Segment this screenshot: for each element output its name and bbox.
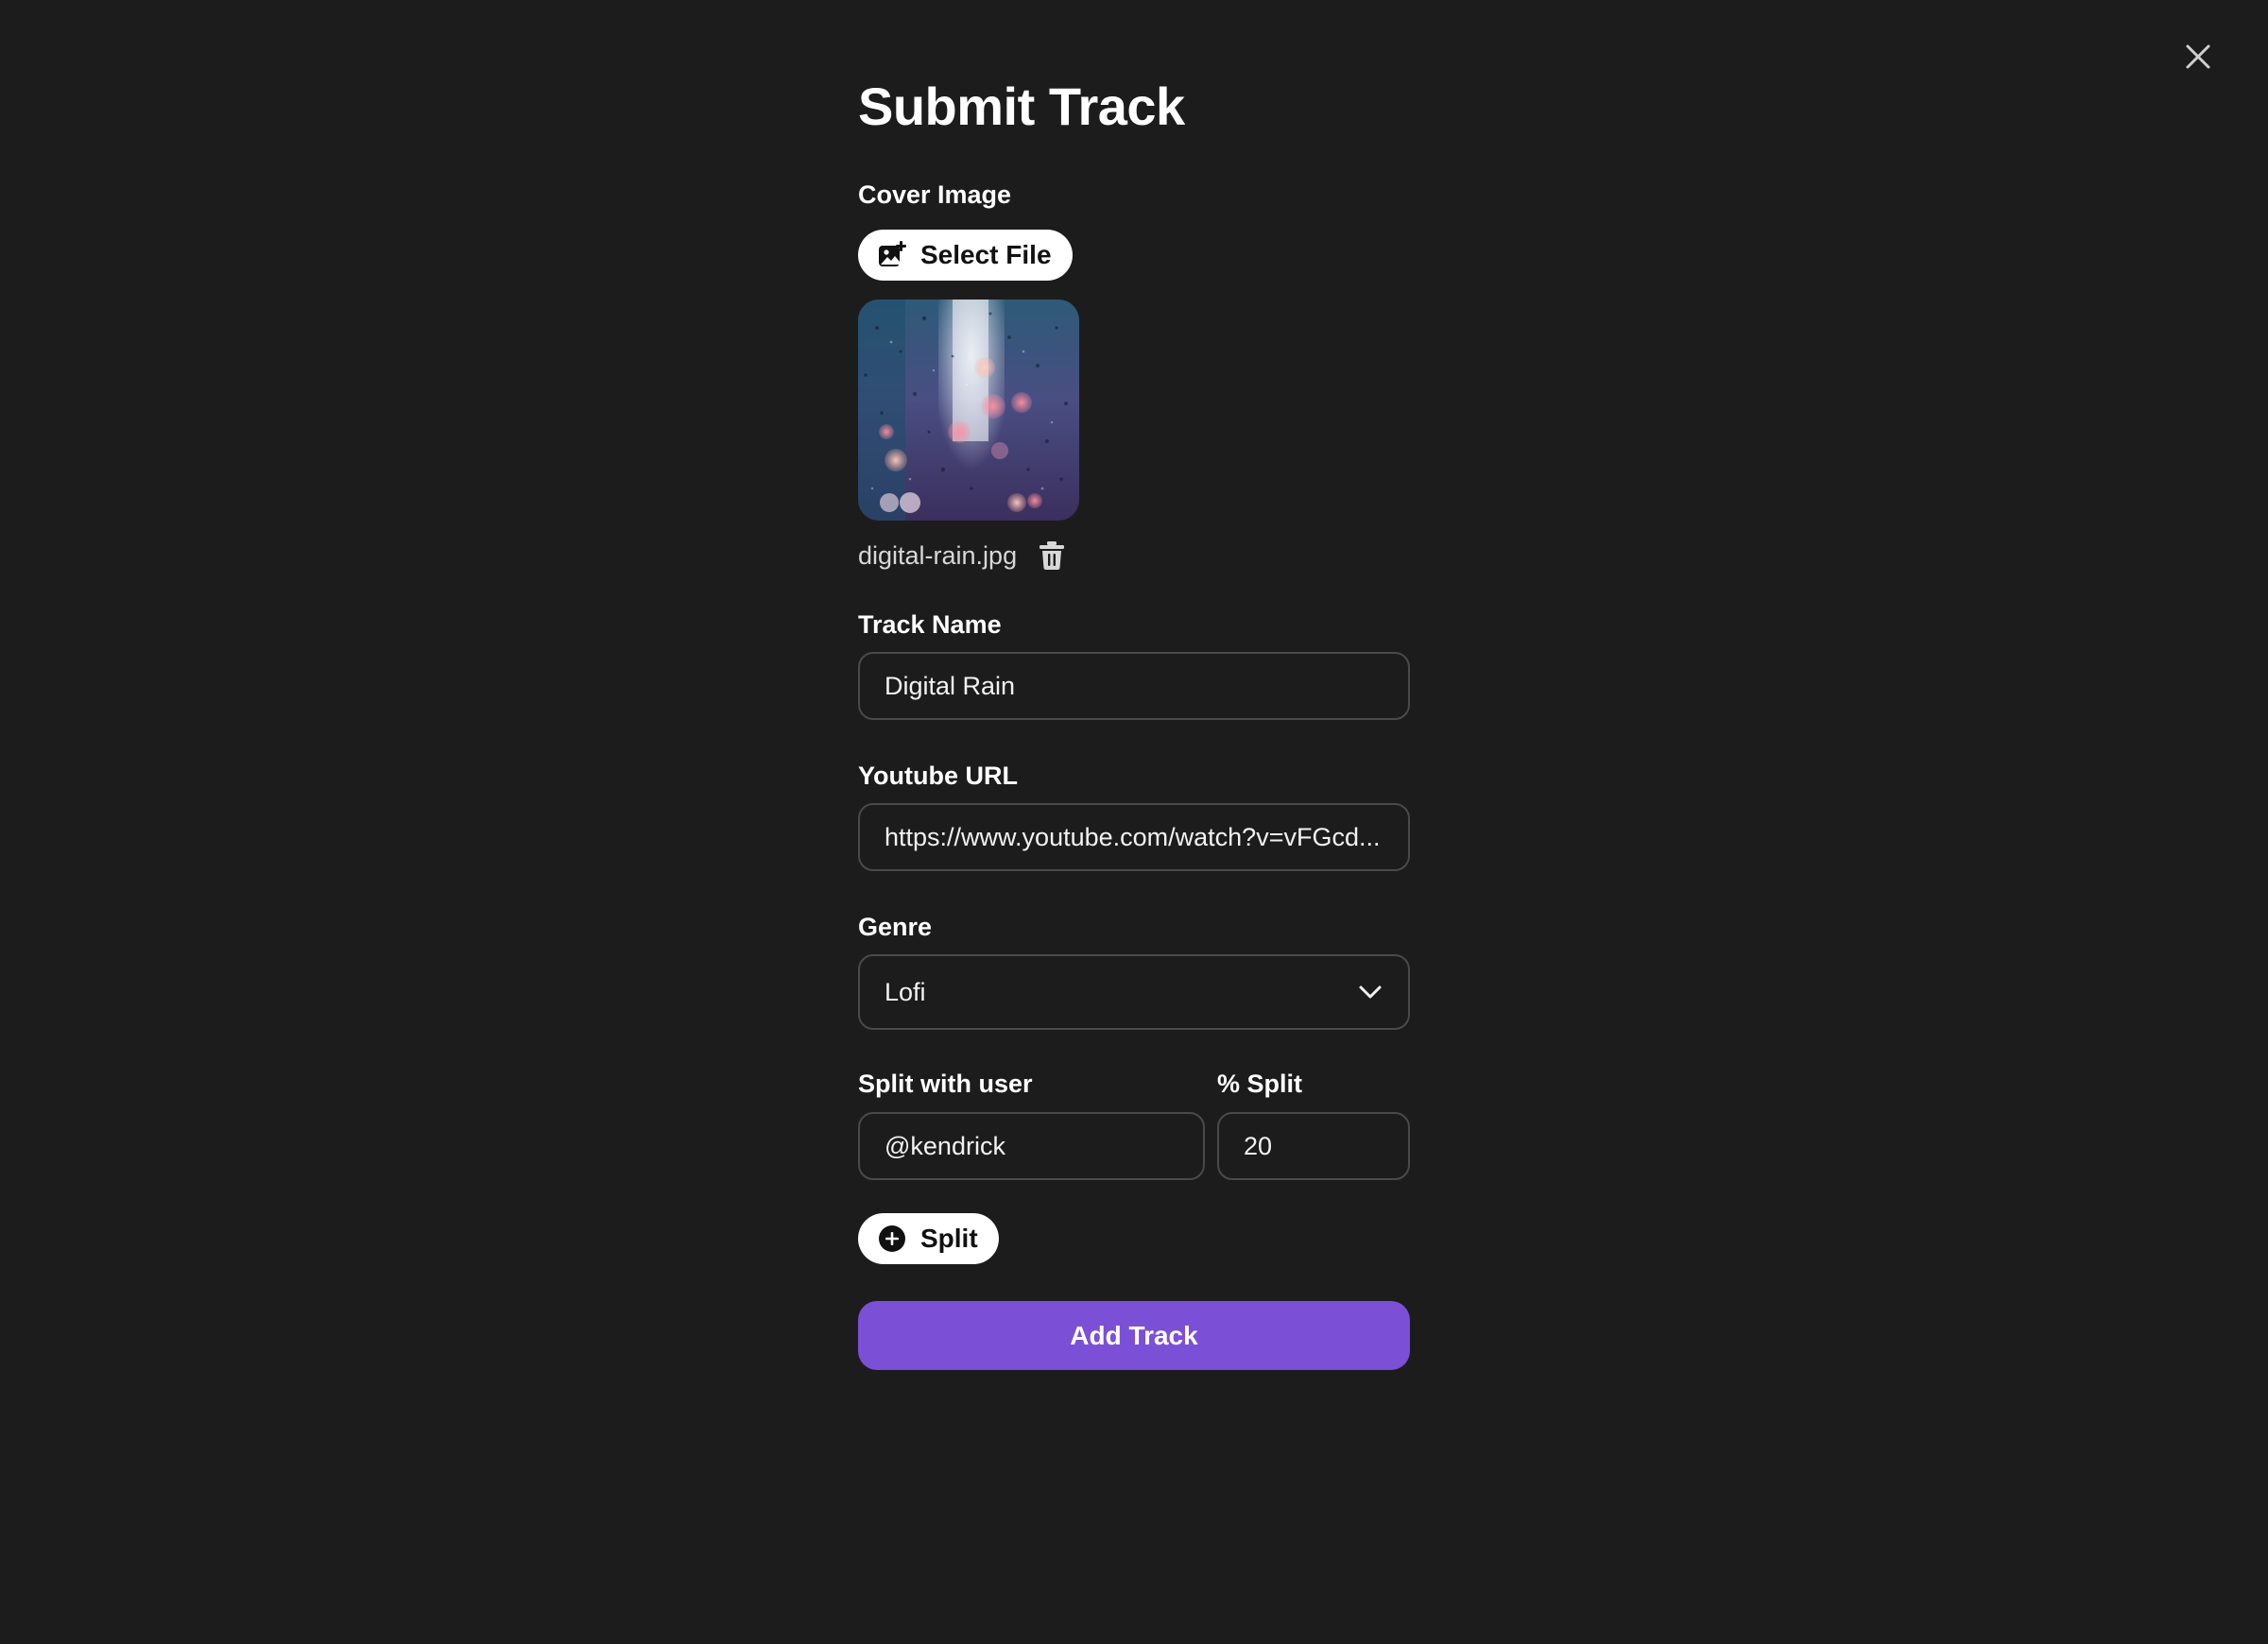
- submit-track-page: Submit Track Cover Image Select File dig…: [0, 0, 2268, 1644]
- split-percent-input[interactable]: [1244, 1131, 1383, 1161]
- trash-icon[interactable]: [1038, 540, 1066, 571]
- youtube-url-input[interactable]: [885, 822, 1383, 852]
- track-name-input[interactable]: [885, 671, 1383, 701]
- split-user-field[interactable]: [858, 1112, 1205, 1180]
- cover-image-preview: [858, 300, 1079, 521]
- split-user-label: Split with user: [858, 1070, 1033, 1098]
- add-split-button[interactable]: Split: [858, 1213, 999, 1264]
- youtube-url-field[interactable]: [858, 803, 1410, 871]
- plus-circle-icon: [877, 1224, 907, 1254]
- youtube-url-label: Youtube URL: [858, 762, 1018, 790]
- select-file-label: Select File: [920, 240, 1052, 269]
- genre-selected-value: Lofi: [885, 977, 926, 1006]
- file-name: digital-rain.jpg: [858, 540, 1018, 570]
- chevron-down-icon: [1357, 979, 1383, 1005]
- add-image-icon: [877, 240, 907, 270]
- cover-image-label: Cover Image: [858, 180, 1012, 209]
- split-user-input[interactable]: [885, 1131, 1178, 1161]
- add-split-label: Split: [920, 1224, 978, 1253]
- split-percent-label: % Split: [1217, 1070, 1303, 1098]
- page-title: Submit Track: [858, 77, 1185, 136]
- track-name-label: Track Name: [858, 610, 1002, 639]
- selected-file-row: digital-rain.jpg: [858, 537, 1066, 574]
- select-file-button[interactable]: Select File: [858, 230, 1073, 281]
- split-percent-field[interactable]: [1217, 1112, 1410, 1180]
- track-name-field[interactable]: [858, 652, 1410, 720]
- genre-label: Genre: [858, 913, 933, 941]
- genre-select[interactable]: Lofi: [858, 954, 1410, 1030]
- close-icon[interactable]: [2179, 38, 2217, 76]
- add-track-button[interactable]: Add Track: [858, 1301, 1410, 1370]
